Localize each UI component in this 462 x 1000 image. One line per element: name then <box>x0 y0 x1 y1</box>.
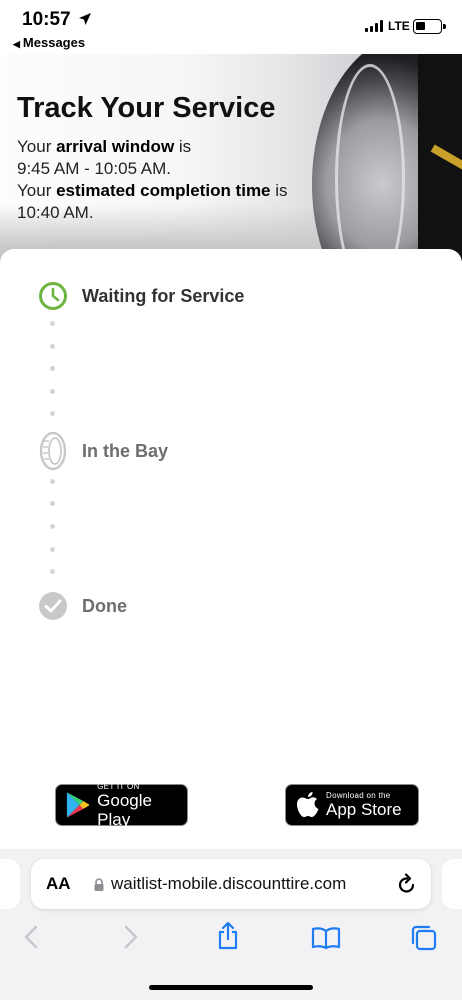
progress-dot <box>50 321 55 326</box>
lock-icon <box>94 878 104 891</box>
battery-icon <box>413 19 446 34</box>
arrival-window-value: 9:45 AM - 10:05 AM. <box>17 159 172 178</box>
step-done: Done <box>38 591 127 621</box>
reader-settings-button[interactable]: AA <box>46 874 71 894</box>
step-in-the-bay: In the Bay <box>38 431 168 471</box>
app-store-badge[interactable]: Download on the App Store <box>285 784 419 826</box>
back-chevron-icon[interactable] <box>22 925 42 949</box>
back-triangle-icon: ◀ <box>13 39 20 49</box>
google-play-big-text: Google Play <box>97 790 152 829</box>
back-app-label: Messages <box>22 35 86 50</box>
address-bar[interactable]: AA waitlist-mobile.discounttire.com <box>31 859 431 909</box>
google-play-icon <box>66 792 90 818</box>
previous-tab-peek[interactable] <box>0 859 20 909</box>
step-label: Done <box>82 595 127 616</box>
status-time: 10:57 <box>22 9 71 30</box>
progress-dot <box>50 366 55 371</box>
clock-icon <box>39 282 67 310</box>
progress-dot <box>50 411 55 416</box>
service-times-text: Your arrival window is 9:45 AM - 10:05 A… <box>17 137 288 222</box>
progress-card: Waiting for Service In the Bay Done GET … <box>0 249 462 849</box>
app-store-big-text: App Store <box>326 800 402 819</box>
browser-toolbar: AA waitlist-mobile.discounttire.com <box>0 849 462 1000</box>
completion-time-label: estimated completion time <box>56 181 271 200</box>
step-label: In the Bay <box>82 440 169 461</box>
bookmarks-icon[interactable] <box>311 926 341 950</box>
progress-dot <box>50 501 55 506</box>
progress-dot <box>50 569 55 574</box>
page-title: Track Your Service <box>17 92 276 124</box>
progress-dot <box>50 524 55 529</box>
home-indicator <box>149 985 313 990</box>
step-label: Waiting for Service <box>82 285 245 306</box>
arrival-window-label: arrival window <box>56 137 175 156</box>
tabs-icon[interactable] <box>410 924 438 952</box>
hero-banner: Track Your Service Your arrival window i… <box>0 54 462 269</box>
app-store-small-text: Download on the <box>326 791 391 800</box>
step-waiting-for-service: Waiting for Service <box>38 281 244 311</box>
completion-time-value: 10:40 AM. <box>17 203 94 222</box>
progress-dot <box>50 479 55 484</box>
status-bar: 10:57 ◀ Messages LTE <box>0 0 462 54</box>
next-tab-peek[interactable] <box>442 859 462 909</box>
progress-dot <box>50 344 55 349</box>
progress-dot <box>50 547 55 552</box>
apple-icon <box>297 792 319 817</box>
back-to-app-link[interactable]: ◀ Messages <box>13 35 85 50</box>
reload-icon[interactable] <box>397 873 417 895</box>
google-play-small-text: GET IT ON <box>97 781 140 791</box>
progress-dot <box>50 389 55 394</box>
url-text: waitlist-mobile.discounttire.com <box>111 874 347 893</box>
tire-icon <box>39 431 67 471</box>
signal-strength-icon <box>365 20 383 32</box>
google-play-badge[interactable]: GET IT ON Google Play <box>55 781 188 829</box>
check-circle-icon <box>39 592 67 620</box>
network-type: LTE <box>388 19 410 33</box>
share-icon[interactable] <box>216 921 240 951</box>
forward-chevron-icon[interactable] <box>120 925 140 949</box>
location-arrow-icon <box>79 13 91 25</box>
